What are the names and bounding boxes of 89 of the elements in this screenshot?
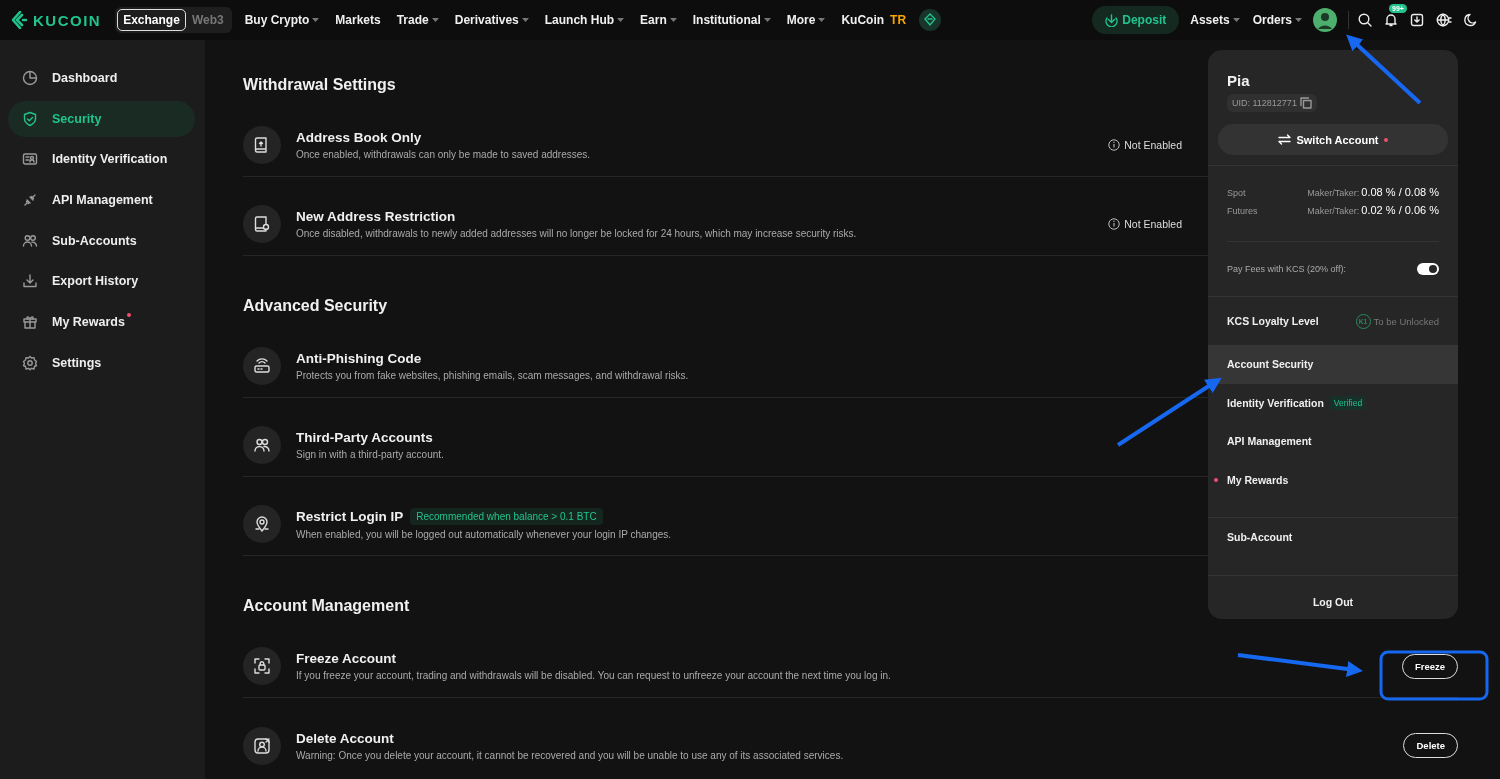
setting-title: Delete Account (296, 730, 394, 746)
nav-link[interactable]: Derivatives (454, 13, 529, 27)
mode-tab[interactable]: Web3 (185, 9, 230, 31)
sidebar-item[interactable]: Dashboard (8, 60, 195, 96)
download-icon[interactable] (1410, 13, 1424, 27)
menu-item[interactable]: Sub-Account (1208, 518, 1458, 557)
setting-title: Anti-Phishing Code (296, 351, 422, 366)
book-icon (243, 126, 281, 164)
fee-value: 0.02 % / 0.06 % (1361, 204, 1439, 216)
setting-description: Once enabled, withdrawals can only be made to saved addresses. (296, 149, 591, 160)
menu-item[interactable]: My Rewards (1208, 460, 1458, 499)
download-icon (22, 273, 38, 290)
copy-icon[interactable] (1299, 97, 1312, 109)
section-title: Withdrawal Settings (243, 75, 396, 95)
menu-item[interactable]: API Management (1208, 422, 1458, 461)
sidebar-item[interactable]: Identity Verification (8, 141, 195, 178)
bell-icon[interactable] (1384, 13, 1398, 27)
mode-tab[interactable]: Exchange (117, 9, 186, 31)
setting-description: Protects you from fake websites, phishing emails, scam messages, and withdrawal risks. (296, 370, 689, 381)
gift-icon (22, 314, 38, 331)
pie-chart-icon (22, 70, 38, 86)
moon-icon[interactable] (1464, 13, 1478, 27)
section-title: Account Management (243, 596, 410, 616)
id-card-icon (22, 151, 38, 168)
nav-link[interactable]: Launch Hub (544, 13, 625, 27)
setting-description: Warning: Once you delete your account, it cannot be recovered and you will be unable to use any of its associated services. (296, 749, 844, 761)
lock-frame-icon (243, 647, 281, 685)
market-label: Spot (1227, 188, 1247, 198)
people-icon (22, 232, 38, 249)
fee-value: 0.08 % / 0.08 % (1361, 186, 1439, 198)
sidebar-item[interactable]: Sub-Accounts (8, 222, 195, 259)
market-label: Futures (1227, 206, 1259, 216)
menu-item[interactable]: KCS Loyalty Level (1227, 315, 1319, 327)
sidebar-item[interactable]: API Management (8, 182, 195, 219)
download-icon (1105, 13, 1119, 27)
switch-account-button[interactable]: Switch Account (1218, 124, 1448, 155)
router-icon (243, 347, 281, 385)
uid-text: UID: 112812771 (1232, 98, 1297, 108)
nav-link[interactable]: More (786, 13, 826, 27)
setting-title: New Address Restriction (296, 209, 456, 224)
nav-link[interactable]: Trade (396, 13, 439, 27)
nav-link[interactable]: Orders (1252, 13, 1302, 27)
level-status: To be Unlocked (1373, 315, 1439, 327)
setting-title: Address Book Only (296, 130, 422, 145)
nav-link[interactable]: Markets (335, 13, 381, 27)
setting-title: Freeze Account (296, 651, 397, 666)
user-name: Pia (1227, 72, 1251, 89)
setting-description: Once disabled, withdrawals to newly added addresses will no longer be locked for 24 hours, which may increase security risks. (296, 228, 857, 239)
search-icon[interactable] (1358, 13, 1372, 27)
info-icon (1108, 218, 1121, 230)
book-icon (243, 205, 281, 243)
nav-link[interactable]: Assets (1190, 13, 1240, 27)
logo[interactable]: KUCOIN (11, 11, 102, 29)
logo-icon (11, 11, 29, 29)
sidebar-item[interactable]: Export History (8, 263, 195, 300)
shield-icon (22, 110, 38, 127)
fee-label: Maker/Taker: (1307, 206, 1360, 216)
nav-link[interactable]: Buy Crypto (244, 13, 320, 27)
nav-link[interactable]: KuCoin TR (841, 13, 907, 27)
toggle-switch[interactable] (1417, 263, 1439, 275)
verified-badge: Verified (1329, 395, 1367, 410)
nav-link[interactable]: Earn (640, 13, 677, 27)
logout-button[interactable]: Log Out (1208, 575, 1458, 608)
setting-description: If you freeze your account, trading and withdrawals will be disabled. You can request to unfreeze your account the next time you log in. (296, 670, 891, 681)
settings-icon (22, 354, 38, 371)
avatar-icon[interactable] (1313, 8, 1337, 32)
sidebar-item[interactable]: Security (8, 100, 195, 137)
setting-title: Third-Party Accounts (296, 430, 433, 445)
toggle-label: Pay Fees with KCS (20% off): (1227, 264, 1346, 274)
menu-item[interactable]: Identity Verification Verified (1208, 383, 1458, 422)
status-text: Not Enabled (1124, 218, 1182, 230)
sidebar-item[interactable]: Settings (8, 344, 195, 381)
setting-title: Restrict Login IP (296, 509, 404, 524)
globe-icon[interactable] (1436, 13, 1452, 27)
status-text: Not Enabled (1124, 139, 1182, 151)
menu-item[interactable]: Account Security (1208, 345, 1458, 384)
setting-description: Sign in with a third-party account. (296, 449, 444, 460)
sidebar-item[interactable]: My Rewards (8, 304, 195, 341)
people-icon (243, 426, 281, 464)
user-delete-icon (243, 726, 281, 765)
setting-description: When enabled, you will be logged out automatically whenever your login IP changes. (296, 529, 672, 540)
fee-label: Maker/Taker: (1307, 188, 1360, 198)
swap-icon (1278, 134, 1292, 145)
section-title: Advanced Security (243, 296, 388, 316)
nav-link[interactable]: Institutional (692, 13, 771, 27)
recommendation-tag: Recommended when balance > 0.1 BTC (410, 508, 603, 525)
info-icon (1108, 139, 1121, 151)
location-pin-icon (243, 505, 281, 543)
deposit-button[interactable]: Deposit (1092, 6, 1180, 34)
